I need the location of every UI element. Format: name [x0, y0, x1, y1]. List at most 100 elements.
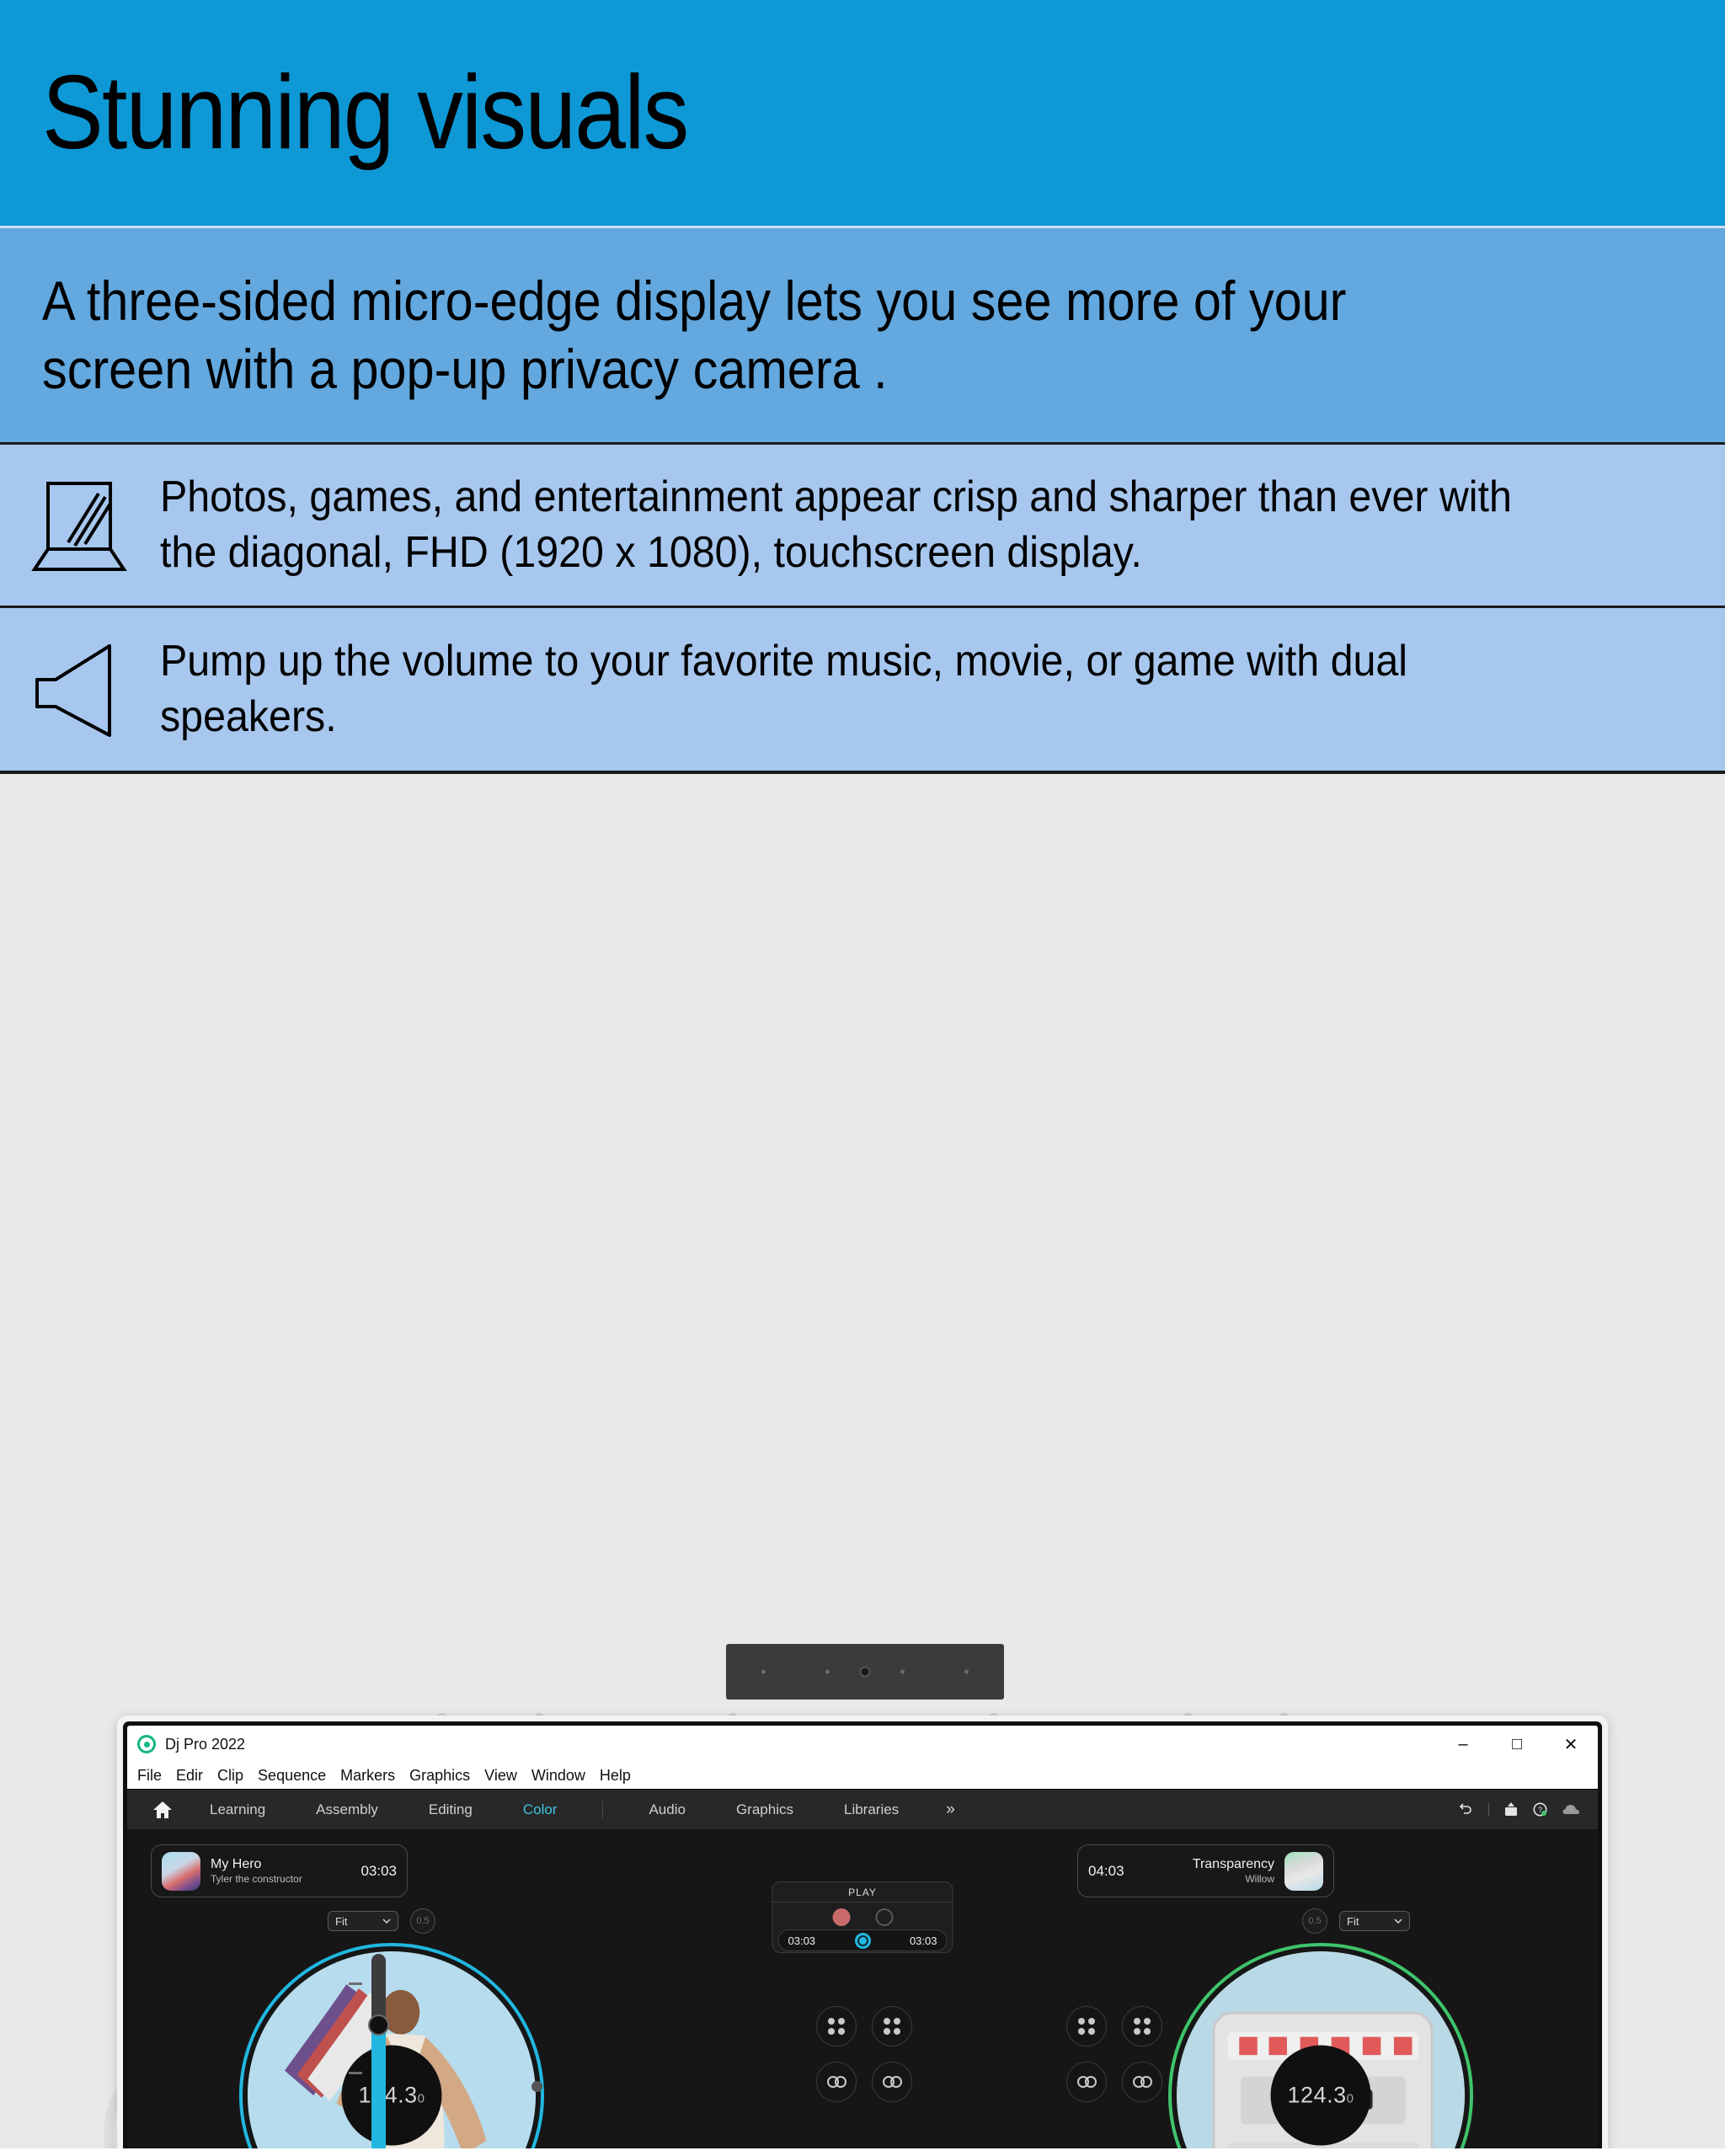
menu-item-file[interactable]: File: [137, 1767, 162, 1785]
turntable-left[interactable]: 124.30: [239, 1943, 544, 2148]
deck-left-duration: 03:03: [360, 1862, 397, 1879]
tab-graphics[interactable]: Graphics: [711, 1801, 819, 1818]
toolbar-divider: [1488, 1802, 1489, 1817]
feature-text-display: Photos, games, and entertainment appear …: [160, 472, 1512, 577]
play-time-right: 03:03: [909, 1934, 937, 1947]
laptop-display-icon: [0, 477, 160, 574]
play-panel-label: PLAY: [772, 1882, 953, 1903]
deck-area: My Hero Tyler the constructor 03:03 Tran…: [127, 1829, 1598, 2148]
deck-left-position-marker: [531, 2081, 542, 2092]
deck-right-bpm-decimal: 0: [1346, 2091, 1354, 2106]
pad-hotcue-4[interactable]: [1122, 2006, 1162, 2047]
home-icon[interactable]: [141, 1801, 184, 1819]
screen: Dj Pro 2022 – □ ✕ File Edir Clip Sequenc…: [127, 1726, 1598, 2148]
deck-right-fit-label: Fit: [1347, 1914, 1359, 1928]
tab-libraries[interactable]: Libraries: [819, 1801, 924, 1818]
menu-item-clip[interactable]: Clip: [217, 1767, 243, 1785]
album-art-right: [1284, 1851, 1323, 1891]
app-title: Dj Pro 2022: [165, 1735, 246, 1753]
hero-subtitle: A three-sided micro-edge display lets yo…: [42, 270, 1347, 400]
menu-item-view[interactable]: View: [484, 1767, 517, 1785]
feature-text-audio: Pump up the volume to your favorite musi…: [160, 636, 1408, 741]
deck-left-fit-controls: Fit 0.5: [328, 1908, 435, 1934]
deck-left-bpm-display: 124.30: [341, 2045, 442, 2146]
menu-item-graphics[interactable]: Graphics: [409, 1767, 470, 1785]
dj-console: My Hero Tyler the constructor 03:03 Tran…: [127, 1829, 1598, 2148]
play-panel: PLAY 03:03 03:03: [772, 1881, 953, 1953]
deck-right-fit-select[interactable]: Fit: [1339, 1911, 1410, 1931]
speaker-icon: [0, 641, 160, 739]
deck-right-fit-controls: Fit 0.5: [1302, 1908, 1410, 1934]
album-art-left: [162, 1851, 200, 1891]
tab-audio[interactable]: Audio: [623, 1801, 710, 1818]
deck-left-track-title: My Hero: [211, 1857, 262, 1872]
deck-left-knob[interactable]: 0.5: [410, 1908, 435, 1934]
deck-left-volume-fader[interactable]: [349, 1954, 389, 2148]
deck-right-track-card[interactable]: Transparency Willow 04:03: [1077, 1844, 1334, 1897]
deck-right-track-artist: Willow: [1245, 1872, 1274, 1885]
deck-left-track-card[interactable]: My Hero Tyler the constructor 03:03: [151, 1844, 408, 1897]
pad-hotcue-3[interactable]: [1066, 2006, 1107, 2047]
menu-item-sequence[interactable]: Sequence: [258, 1767, 326, 1785]
record-button[interactable]: [832, 1908, 850, 1926]
camera-lens-icon: [859, 1666, 871, 1678]
hero-banner: Stunning visuals: [0, 0, 1725, 226]
menu-item-markers[interactable]: Markers: [340, 1767, 395, 1785]
deck-right-duration: 04:03: [1088, 1862, 1124, 1879]
cloud-icon[interactable]: [1562, 1804, 1579, 1815]
deck-left-pad-group: [816, 2006, 912, 2102]
deck-right-knob[interactable]: 0.5: [1302, 1908, 1327, 1934]
chevron-double-right-icon[interactable]: »: [924, 1801, 975, 1819]
undo-icon[interactable]: [1458, 1802, 1473, 1817]
pad-loop-3[interactable]: [1066, 2062, 1107, 2102]
turntable-right[interactable]: 124.30: [1168, 1943, 1473, 2148]
pad-loop-4[interactable]: [1122, 2062, 1162, 2102]
deck-left-bpm: 124.3: [358, 2082, 418, 2108]
popup-privacy-camera: [726, 1644, 1004, 1700]
deck-right-bpm-display: 124.30: [1270, 2045, 1371, 2146]
deck-right-bpm: 124.3: [1287, 2082, 1347, 2108]
window-controls: – □ ✕: [1436, 1726, 1598, 1763]
tab-assembly[interactable]: Assembly: [291, 1801, 403, 1818]
menu-item-help[interactable]: Help: [600, 1767, 631, 1785]
app-title-bar: Dj Pro 2022 – □ ✕: [127, 1726, 1598, 1763]
pad-loop-1[interactable]: [816, 2062, 857, 2102]
close-button[interactable]: ✕: [1544, 1726, 1598, 1763]
tab-learning[interactable]: Learning: [184, 1801, 291, 1818]
display-bezel: Dj Pro 2022 – □ ✕ File Edir Clip Sequenc…: [123, 1721, 1602, 2148]
menu-item-edit[interactable]: Edir: [176, 1767, 203, 1785]
tab-editing[interactable]: Editing: [403, 1801, 498, 1818]
fader-rail-left[interactable]: [349, 1954, 389, 2148]
help-icon[interactable]: ?: [1533, 1802, 1547, 1817]
feature-row-display: Photos, games, and entertainment appear …: [0, 442, 1725, 606]
maximize-button[interactable]: □: [1490, 1726, 1544, 1763]
menu-item-window[interactable]: Window: [531, 1767, 585, 1785]
product-stage: Dj Pro 2022 – □ ✕ File Edir Clip Sequenc…: [0, 774, 1725, 2148]
menu-bar: File Edir Clip Sequence Markers Graphics…: [127, 1763, 1598, 1789]
master-play-button[interactable]: [854, 1932, 871, 1949]
deck-right-pad-group: [1066, 2006, 1162, 2102]
feature-row-audio: Pump up the volume to your favorite musi…: [0, 606, 1725, 771]
pad-hotcue-1[interactable]: [816, 2006, 857, 2047]
workspace-bar-actions: ?: [1458, 1802, 1584, 1817]
fader-knob-left[interactable]: [368, 2015, 389, 2036]
deck-left-bpm-decimal: 0: [417, 2091, 425, 2106]
play-time-left: 03:03: [788, 1934, 816, 1947]
page-title: Stunning visuals: [42, 55, 689, 171]
pad-hotcue-2[interactable]: [872, 2006, 912, 2047]
deck-left-fit-select[interactable]: Fit: [328, 1911, 398, 1931]
hero-subtitle-banner: A three-sided micro-edge display lets yo…: [0, 226, 1725, 442]
toolbar-separator: [602, 1801, 604, 1818]
master-time-bar: 03:03 03:03: [777, 1929, 948, 1951]
pad-loop-2[interactable]: [872, 2062, 912, 2102]
deck-left-track-artist: Tyler the constructor: [211, 1872, 302, 1885]
chevron-down-icon: [382, 1919, 391, 1924]
tab-color[interactable]: Color: [498, 1801, 583, 1818]
minimize-button[interactable]: –: [1436, 1726, 1490, 1763]
chevron-down-icon: [1394, 1919, 1402, 1924]
export-icon[interactable]: [1504, 1802, 1518, 1817]
dj-pro-app-icon: [137, 1735, 156, 1753]
deck-right-track-title: Transparency: [1192, 1857, 1274, 1872]
loop-button[interactable]: [875, 1908, 893, 1926]
deck-left-fit-label: Fit: [335, 1914, 348, 1928]
